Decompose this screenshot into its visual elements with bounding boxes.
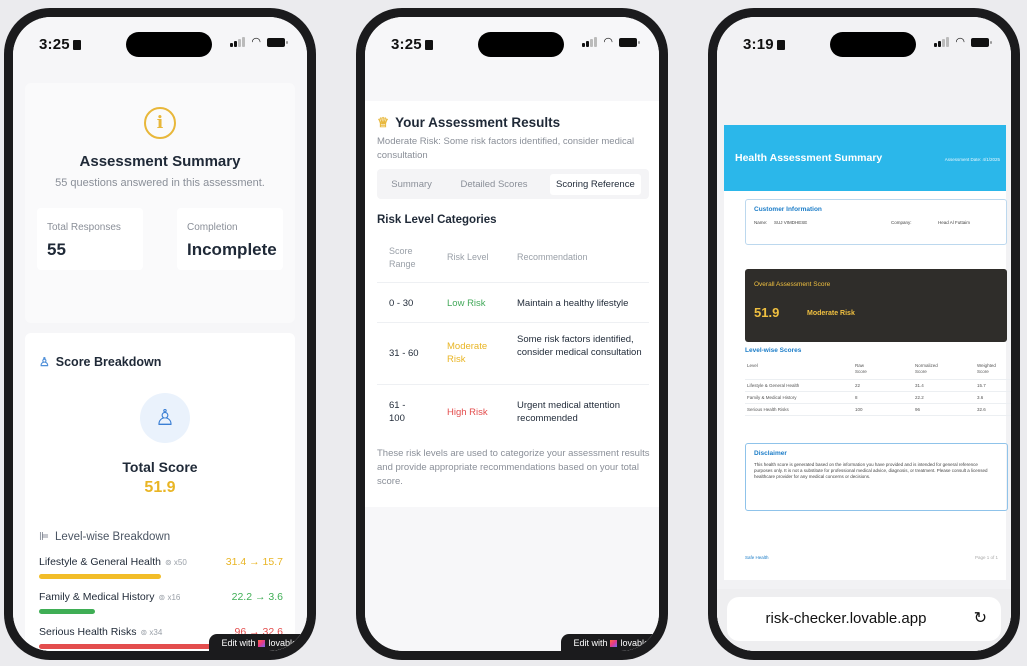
trophy-icon: ♕	[377, 115, 390, 130]
tab-summary[interactable]: Summary	[385, 174, 438, 195]
clock: 3:25	[39, 36, 70, 53]
score-breakdown-card: ♙ Score Breakdown ♙ Total Score 51.9 ⊫ Lev…	[25, 333, 295, 651]
overall-risk-level: Moderate Risk	[807, 310, 855, 317]
summary-title: Assessment Summary	[79, 153, 241, 170]
status-bar: 3:25 ◠	[13, 17, 307, 67]
dynamic-island	[126, 32, 212, 57]
info-icon: i	[144, 107, 176, 139]
lovable-logo-icon	[610, 640, 618, 647]
status-bar: 3:25 ◠	[365, 17, 659, 67]
results-tabs: Summary Detailed Scores Scoring Referenc…	[377, 169, 649, 199]
signal-icon	[934, 37, 950, 47]
signal-icon	[582, 37, 598, 47]
lovable-logo-icon	[258, 640, 266, 647]
screen: 3:25 ◠ i Assessment Summary 55 questions…	[13, 17, 307, 651]
lock-icon	[424, 40, 433, 50]
results-title: Your Assessment Results	[395, 115, 561, 130]
signal-icon	[230, 37, 246, 47]
level-breakdown-title: Level-wise Breakdown	[55, 531, 171, 543]
level-row: Family & Medical History ⊚ x16 22.2 → 3.6	[39, 591, 283, 621]
total-score-value: 51.9	[144, 479, 176, 496]
url-text[interactable]: risk-checker.lovable.app	[727, 610, 965, 627]
assessment-summary-card: i Assessment Summary 55 questions answer…	[25, 83, 295, 323]
dynamic-island	[478, 32, 564, 57]
level-row: Lifestyle & General Health ⊚ x50 31.4 → 1…	[39, 556, 283, 586]
overall-score-box: Overall Assessment Score 51.9 Moderate R…	[745, 269, 1007, 342]
risk-table: Score Range Risk Level Recommendation 0 …	[377, 235, 649, 439]
phone-results: 3:25 ◠ ♕ Your Assessment Results Moderate…	[356, 8, 668, 660]
risk-categories-title: Risk Level Categories	[377, 214, 497, 226]
bar-chart-icon: ⊫	[39, 531, 50, 543]
level-wise-table: Level Raw Score Normalized Score Weighte…	[745, 360, 1011, 416]
url-field[interactable]: risk-checker.lovable.app ↻	[727, 597, 1001, 641]
results-subtitle: Moderate Risk: Some risk factors identif…	[377, 136, 635, 161]
overall-score-value: 51.9	[754, 305, 780, 320]
status-bar: 3:19 ◠	[717, 17, 1011, 67]
table-row: Lifestyle & General Health 22 31.4 15.7	[745, 380, 1011, 392]
reload-icon[interactable]: ↻	[974, 608, 987, 628]
lock-icon	[776, 40, 785, 50]
award-icon: ♙	[39, 355, 50, 369]
report-header: Health Assessment Summary Assessment Dat…	[724, 125, 1006, 191]
table-row: 0 - 30 Low Risk Maintain a healthy lifes…	[377, 283, 649, 323]
level-wise-title: Level-wise Scores	[745, 347, 802, 354]
level-progress-bar	[39, 574, 161, 579]
table-row: Serious Health Risks 100 96 32.6	[745, 404, 1011, 416]
battery-icon	[619, 38, 640, 47]
level-progress-bar	[39, 609, 96, 614]
customer-info-box: Customer Information Name: SUJ VIMDHESE …	[745, 199, 1007, 245]
report-page-number: Page 1 of 1	[974, 555, 998, 560]
clock: 3:25	[391, 36, 422, 53]
screen: 3:19 ◠ Health Assessment Summary Assessm…	[717, 17, 1011, 651]
report-document[interactable]: Health Assessment Summary Assessment Dat…	[724, 125, 1011, 580]
edit-with-lovable-badge[interactable]: Edit with lovable	[209, 634, 307, 651]
tab-scoring-reference[interactable]: Scoring Reference	[550, 173, 641, 195]
report-date: Assessment Date: 4/1/2025	[944, 157, 1000, 162]
summary-subtitle: 55 questions answered in this assessment…	[55, 177, 265, 189]
table-row: 31 - 60 Moderate Risk Some risk factors …	[377, 323, 649, 385]
wifi-icon: ◠	[251, 36, 261, 48]
screen: 3:25 ◠ ♕ Your Assessment Results Moderate…	[365, 17, 659, 651]
table-row: 61 - 100 High Risk Urgent medical attent…	[389, 400, 620, 424]
total-score-label: Total Score	[122, 459, 198, 475]
phone-pdf-report: 3:19 ◠ Health Assessment Summary Assessm…	[708, 8, 1020, 660]
risk-footnote: These risk levels are used to categorize…	[377, 448, 650, 487]
browser-address-bar: risk-checker.lovable.app ↻	[717, 589, 1011, 651]
breakdown-title: Score Breakdown	[55, 355, 162, 369]
wifi-icon: ◠	[603, 36, 613, 48]
tab-detailed-scores[interactable]: Detailed Scores	[454, 174, 533, 195]
report-title: Health Assessment Summary	[735, 152, 883, 164]
report-footer-brand: Safe Health	[745, 555, 769, 560]
stat-total-responses: Total Responses 55	[37, 208, 143, 270]
table-header: Score Range Risk Level Recommendation	[377, 235, 649, 283]
table-header: Level Raw Score Normalized Score Weighte…	[745, 360, 1011, 380]
edit-with-lovable-badge[interactable]: Edit with lovable	[561, 634, 659, 651]
table-row: Family & Medical History 8 22.2 3.6	[745, 392, 1011, 404]
battery-icon	[267, 38, 288, 47]
lock-icon	[72, 40, 81, 50]
battery-icon	[971, 38, 992, 47]
wifi-icon: ◠	[955, 36, 965, 48]
disclaimer-box: Disclaimer This health score is generate…	[745, 443, 1008, 511]
medal-icon: ♙	[140, 393, 190, 443]
stat-completion: Completion Incomplete	[177, 208, 283, 270]
dynamic-island	[830, 32, 916, 57]
clock: 3:19	[743, 36, 774, 53]
phone-summary: 3:25 ◠ i Assessment Summary 55 questions…	[4, 8, 316, 660]
